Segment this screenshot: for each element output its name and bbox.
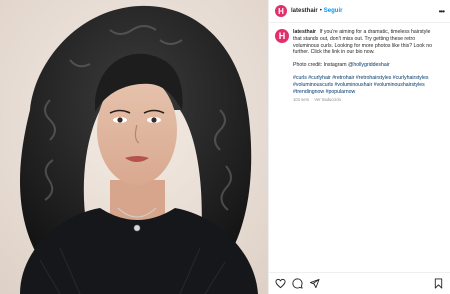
heart-icon[interactable] — [275, 278, 286, 289]
photo-credit-handle[interactable]: @hollygriddeshair — [348, 62, 390, 68]
caption-body: latesthair If you're aiming for a dramat… — [293, 29, 439, 104]
post-sidebar: H latesthair • Seguir ••• H latesthair I… — [268, 0, 450, 294]
account-username[interactable]: latesthair — [291, 8, 318, 14]
post-photo[interactable] — [0, 0, 268, 294]
caption-comment: H latesthair If you're aiming for a dram… — [269, 23, 450, 104]
post-time: 104 sem — [293, 97, 310, 103]
caption-username[interactable]: latesthair — [293, 29, 316, 35]
photo-credit-prefix: Photo credit: Instagram — [293, 62, 349, 69]
see-translation-link[interactable]: Ver traducción — [314, 97, 341, 102]
caption-paragraph: latesthair If you're aiming for a dramat… — [293, 29, 439, 56]
post-header: H latesthair • Seguir ••• — [269, 0, 450, 23]
more-options-icon[interactable]: ••• — [439, 7, 445, 16]
share-icon[interactable] — [309, 278, 320, 289]
caption-avatar[interactable]: H — [275, 29, 289, 43]
caption-meta: 104 sem Ver traducción — [293, 97, 439, 104]
comment-icon[interactable] — [292, 278, 303, 289]
bookmark-icon[interactable] — [433, 278, 444, 289]
account-avatar[interactable]: H — [275, 5, 287, 17]
photo-credit: Photo credit: Instagram @hollygriddeshai… — [293, 62, 439, 69]
follow-button[interactable]: Seguir — [324, 8, 343, 14]
instagram-post: H latesthair • Seguir ••• H latesthair I… — [0, 0, 450, 294]
separator-dot: • — [319, 8, 322, 14]
woman-portrait-image — [0, 0, 268, 294]
action-bar — [269, 272, 450, 294]
hashtags[interactable]: #curls #curlyhair #retrohair #retrohairs… — [293, 75, 439, 95]
